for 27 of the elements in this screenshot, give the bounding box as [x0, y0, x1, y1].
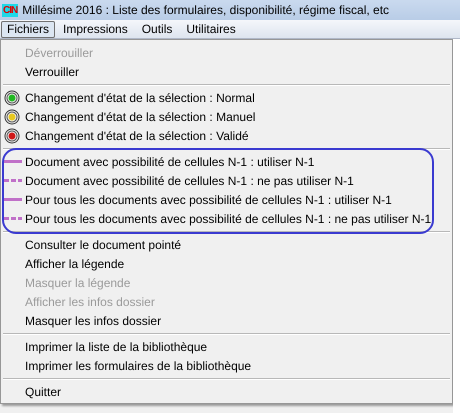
menu-item[interactable]: Changement d'état de la sélection : Manuel	[25, 110, 256, 124]
menu-item[interactable]: Changement d'état de la sélection : Validé	[25, 128, 249, 142]
menu-item[interactable]: Consulter le document pointé	[25, 238, 182, 252]
window-title: Millésime 2016 : Liste des formulaires, disponibilité, régime fiscal, etc	[22, 3, 390, 17]
menu-item[interactable]: Pour tous les documents avec possibilité de cellules N-1 : ne pas utiliser N-1	[25, 212, 432, 226]
menu-bar-item[interactable]: Fichiers	[1, 20, 56, 38]
solid-line-icon	[4, 198, 22, 202]
menu-bar-item[interactable]: Utilitaires	[180, 20, 242, 38]
menu-item[interactable]: Pour tous les documents avec possibilité de cellules N-1 : utiliser N-1	[25, 192, 392, 206]
menu-item[interactable]: Quitter	[25, 384, 62, 398]
menu-item[interactable]: Verrouiller	[25, 64, 80, 78]
status-light-icon	[4, 128, 20, 144]
menu-item[interactable]: Document avec possibilité de cellules N-1 : utiliser N-1	[25, 154, 314, 168]
solid-line-icon	[4, 160, 22, 164]
menu-bar-item[interactable]: Outils	[136, 20, 178, 38]
menu-item[interactable]: Imprimer la liste de la bibliothèque	[25, 340, 208, 354]
menu-bar-item[interactable]: Impressions	[57, 20, 134, 38]
status-light-icon	[4, 108, 20, 124]
menu-item[interactable]: Masquer les infos dossier	[25, 314, 162, 328]
menu-item[interactable]: Imprimer les formulaires de la bibliothèque	[25, 358, 252, 372]
menu-item[interactable]: Changement d'état de la sélection : Normal	[25, 90, 255, 104]
dashed-line-icon	[4, 178, 22, 182]
dashed-line-icon	[4, 216, 22, 220]
menu-item[interactable]: Document avec possibilité de cellules N-1 : ne pas utiliser N-1	[25, 174, 354, 188]
app-logo: CIN	[2, 4, 18, 16]
status-light-icon	[4, 90, 20, 106]
menu-item[interactable]: Afficher la légende	[25, 256, 124, 270]
